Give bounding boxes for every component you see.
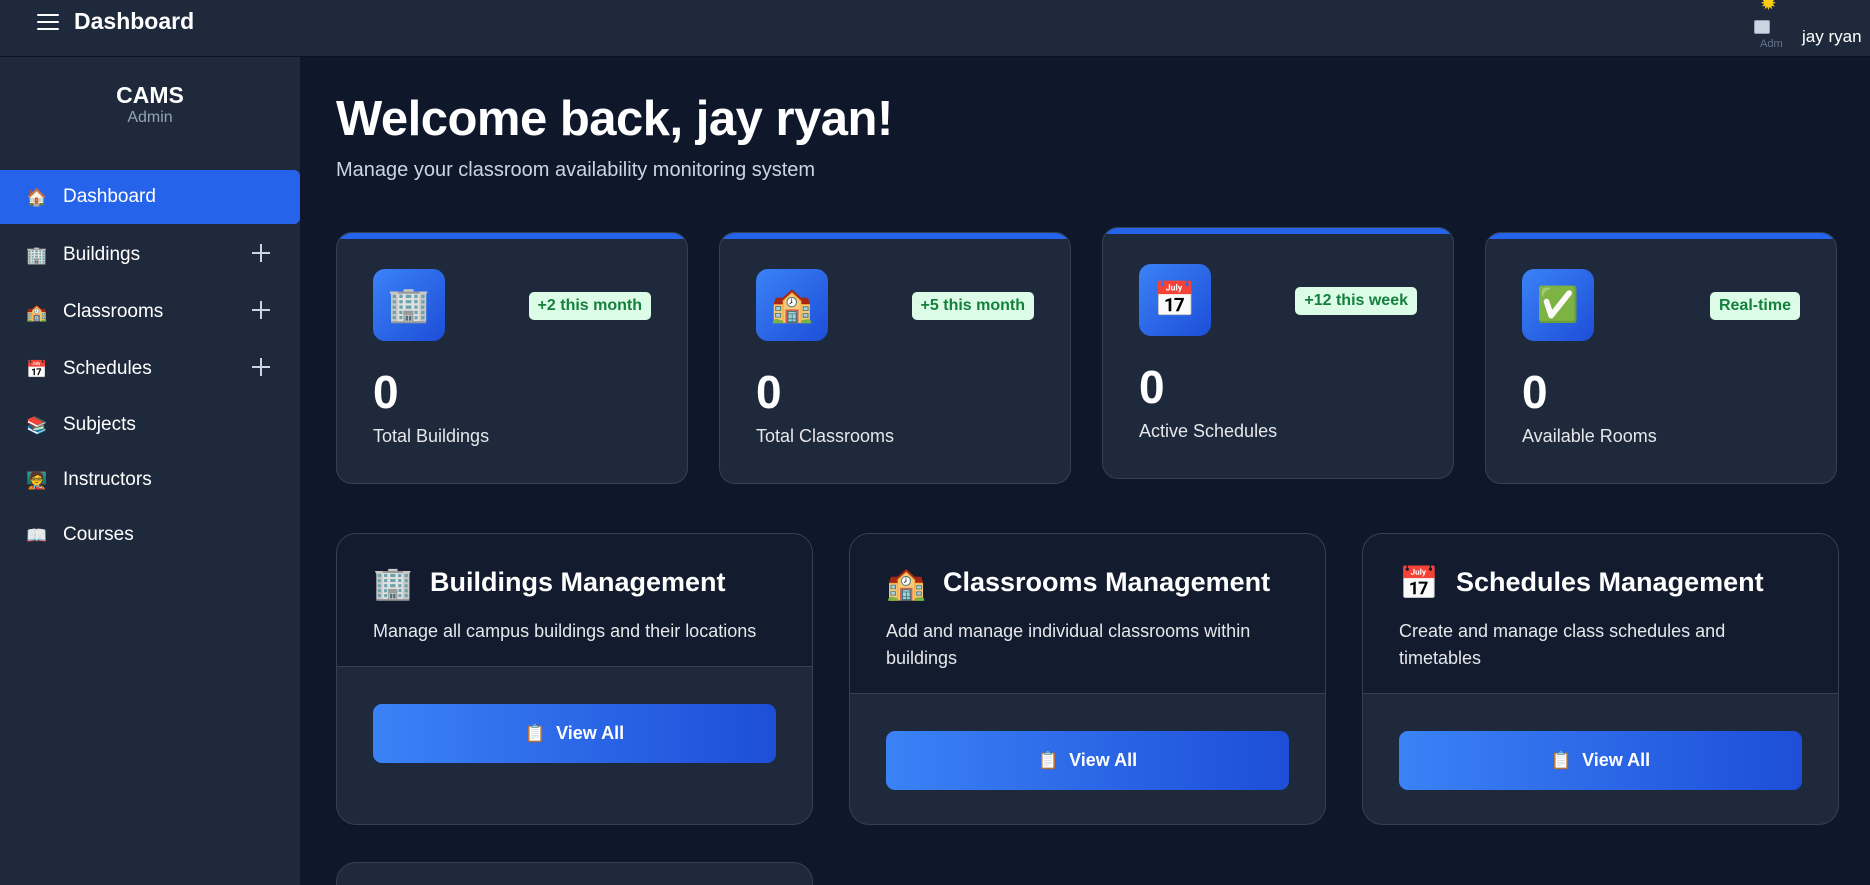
stat-badge: +2 this month: [528, 292, 651, 320]
brand-role: Admin: [127, 109, 173, 126]
stat-card-buildings: 🏢 +2 this month 0 Total Buildings: [336, 232, 688, 484]
expand-plus-icon[interactable]: [252, 244, 270, 262]
sidebar-item-classrooms[interactable]: 🏫 Classrooms: [0, 285, 300, 339]
sidebar-item-label: Subjects: [63, 414, 136, 435]
user-name[interactable]: jay ryan: [1802, 27, 1862, 47]
card-title: Buildings Management: [430, 567, 726, 597]
card-accent-bar: [337, 233, 687, 239]
expand-plus-icon[interactable]: [252, 301, 270, 319]
view-all-buildings-button[interactable]: 📋 View All: [373, 704, 776, 763]
sidebar-item-dashboard[interactable]: 🏠 Dashboard: [0, 170, 300, 224]
school-icon: 🏫: [26, 302, 48, 322]
menu-icon[interactable]: [37, 12, 59, 32]
card-accent-bar: [1486, 233, 1836, 239]
button-label: View All: [556, 723, 625, 743]
clipboard-icon: 📋: [1037, 751, 1060, 770]
book-icon: 📖: [26, 525, 48, 545]
card-title: Schedules Management: [1456, 567, 1764, 597]
calendar-icon: 📅: [1399, 565, 1439, 601]
clipboard-icon: 📋: [1550, 751, 1573, 770]
card-description: Create and manage class schedules and ti…: [1399, 621, 1726, 668]
page-title: Dashboard: [74, 8, 195, 34]
stat-label: Total Buildings: [373, 426, 490, 446]
sidebar: CAMS Admin 🏠 Dashboard 🏢 Buildings 🏫 Cla…: [0, 57, 300, 885]
sidebar-item-schedules[interactable]: 📅 Schedules: [0, 342, 300, 396]
building-icon: 🏢: [26, 245, 48, 265]
card-header: 🏫 Classrooms Management Add and manage i…: [850, 534, 1325, 694]
sun-icon[interactable]: ✹: [1760, 0, 1777, 14]
button-label: View All: [1582, 750, 1651, 770]
home-icon: 🏠: [26, 187, 48, 207]
expand-plus-icon[interactable]: [252, 358, 270, 376]
sidebar-item-buildings[interactable]: 🏢 Buildings: [0, 228, 300, 282]
teacher-icon: 🧑‍🏫: [26, 470, 48, 490]
schedules-management-card: 📅 Schedules Management Create and manage…: [1362, 533, 1839, 825]
school-icon: 🏫: [886, 565, 926, 601]
sidebar-item-courses[interactable]: 📖 Courses: [0, 508, 300, 562]
stat-card-classrooms: 🏫 +5 this month 0 Total Classrooms: [719, 232, 1071, 484]
broken-image-icon: [1754, 20, 1770, 34]
button-label: View All: [1069, 750, 1138, 770]
card-header: 🏢 Buildings Management Manage all campus…: [337, 534, 812, 667]
stat-badge: +5 this month: [911, 292, 1034, 320]
management-card-partial: [336, 862, 813, 885]
sidebar-item-label: Classrooms: [63, 301, 164, 322]
card-title: Classrooms Management: [943, 567, 1271, 597]
check-icon: ✅: [1522, 269, 1594, 341]
stat-card-schedules: 📅 +12 this week 0 Active Schedules: [1102, 227, 1454, 479]
welcome-subtitle: Manage your classroom availability monit…: [336, 159, 816, 181]
card-header: 📅 Schedules Management Create and manage…: [1363, 534, 1838, 694]
sidebar-item-label: Instructors: [63, 469, 152, 490]
view-all-classrooms-button[interactable]: 📋 View All: [886, 731, 1289, 790]
welcome-heading: Welcome back, jay ryan!: [336, 92, 893, 146]
stat-value: 0: [756, 366, 782, 418]
avatar[interactable]: Adm: [1752, 16, 1786, 52]
classrooms-management-card: 🏫 Classrooms Management Add and manage i…: [849, 533, 1326, 825]
calendar-icon: 📅: [26, 359, 48, 379]
stat-value: 0: [1139, 361, 1165, 413]
building-icon: 🏢: [373, 565, 413, 601]
books-icon: 📚: [26, 415, 48, 435]
calendar-icon: 📅: [1139, 264, 1211, 336]
sidebar-item-label: Courses: [63, 524, 134, 545]
card-description: Add and manage individual classrooms wit…: [886, 621, 1251, 668]
brand-name: CAMS: [116, 82, 184, 108]
sidebar-item-label: Buildings: [63, 244, 141, 265]
building-icon: 🏢: [373, 269, 445, 341]
stat-value: 0: [1522, 366, 1548, 418]
stat-label: Total Classrooms: [756, 426, 895, 446]
clipboard-icon: 📋: [524, 724, 547, 743]
view-all-schedules-button[interactable]: 📋 View All: [1399, 731, 1802, 790]
stat-card-available-rooms: ✅ Real-time 0 Available Rooms: [1485, 232, 1837, 484]
school-icon: 🏫: [756, 269, 828, 341]
sidebar-item-instructors[interactable]: 🧑‍🏫 Instructors: [0, 453, 300, 507]
sidebar-item-label: Schedules: [63, 358, 152, 379]
card-accent-bar: [1103, 228, 1453, 234]
stat-value: 0: [373, 366, 399, 418]
avatar-alt-text: Adm: [1760, 38, 1783, 50]
card-accent-bar: [720, 233, 1070, 239]
stat-badge: +12 this week: [1295, 287, 1417, 315]
top-bar: Dashboard ✹ Adm jay ryan: [0, 0, 1870, 57]
card-description: Manage all campus buildings and their lo…: [373, 621, 757, 641]
stat-label: Active Schedules: [1139, 421, 1278, 441]
buildings-management-card: 🏢 Buildings Management Manage all campus…: [336, 533, 813, 825]
stat-badge: Real-time: [1709, 292, 1800, 320]
sidebar-item-subjects[interactable]: 📚 Subjects: [0, 398, 300, 452]
stat-label: Available Rooms: [1522, 426, 1657, 446]
sidebar-item-label: Dashboard: [63, 186, 156, 207]
